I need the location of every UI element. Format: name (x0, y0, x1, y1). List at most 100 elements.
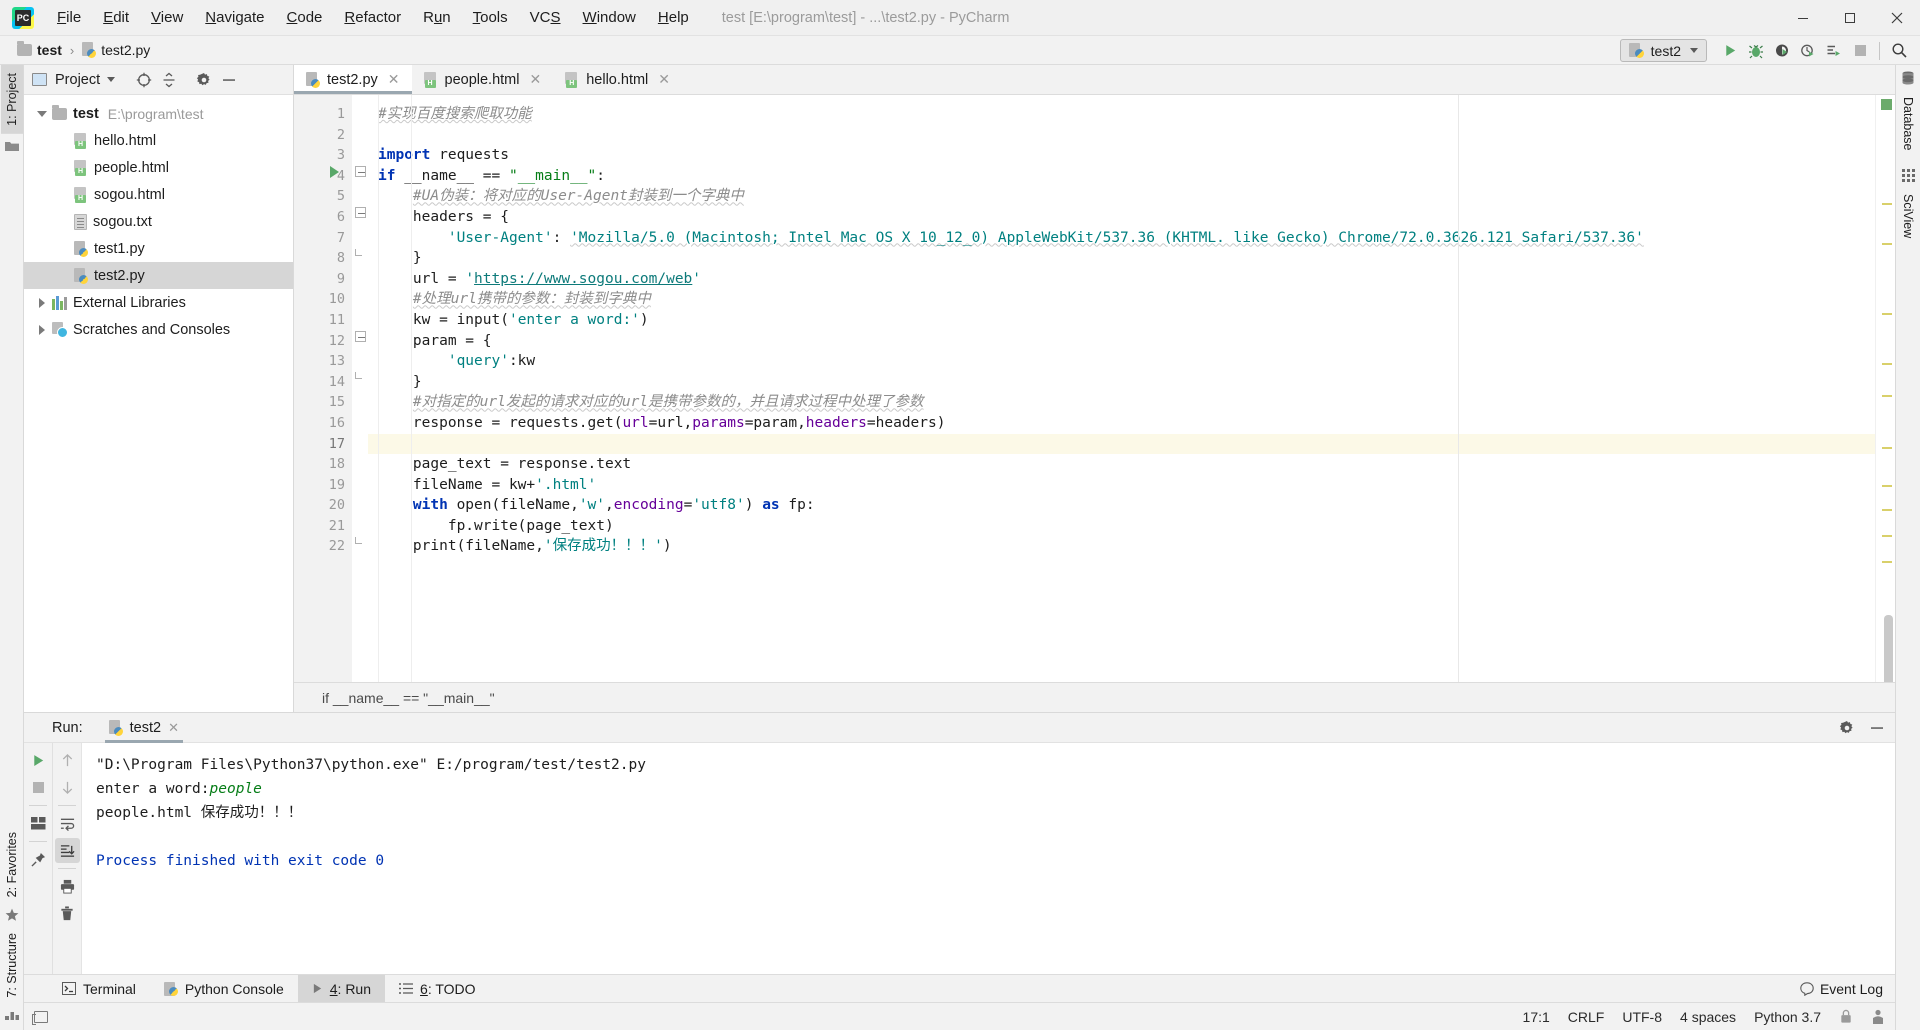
run-button[interactable] (1717, 38, 1743, 64)
collapse-all-button[interactable] (156, 67, 181, 92)
hide-panel-button[interactable] (216, 67, 241, 92)
breadcrumb-item-project[interactable]: test (14, 41, 65, 59)
line-number-gutter[interactable]: 1 2 3 4 5 6 7 8 9 10 11 12 13 14 15 16 1… (294, 95, 352, 682)
code-line-8[interactable]: } (368, 248, 1875, 269)
lock-icon[interactable] (1839, 1009, 1853, 1024)
tree-node-people-html[interactable]: people.html (24, 154, 293, 181)
close-icon[interactable]: ✕ (168, 720, 179, 736)
code-line-14[interactable]: } (368, 372, 1875, 393)
editor-breadcrumb[interactable]: if __name__ == "__main__" (294, 682, 1895, 712)
menu-code[interactable]: Code (276, 6, 334, 29)
breadcrumb-item-file[interactable]: test2.py (79, 41, 153, 59)
code-line-1[interactable]: #实现百度搜索爬取功能 (368, 104, 1875, 125)
code-line-13[interactable]: 'query':kw (368, 351, 1875, 372)
code-line-7[interactable]: 'User-Agent': 'Mozilla/5.0 (Macintosh; I… (368, 228, 1875, 249)
tree-node-scratches[interactable]: Scratches and Consoles (24, 316, 293, 343)
tree-node-sogou-html[interactable]: sogou.html (24, 181, 293, 208)
editor-tab-hello-html[interactable]: hello.html ✕ (553, 65, 682, 94)
settings-gear-button[interactable] (1839, 720, 1855, 736)
event-log-button[interactable]: Event Log (1800, 975, 1883, 1003)
code-line-6[interactable]: headers = { (368, 207, 1875, 228)
breadcrumb[interactable]: test › test2.py (14, 41, 153, 59)
chevron-down-icon[interactable] (107, 77, 116, 82)
code-line-19[interactable]: fileName = kw+'.html' (368, 475, 1875, 496)
down-stacktrace-button[interactable] (55, 775, 80, 800)
clear-all-button[interactable] (55, 901, 80, 926)
tree-node-test[interactable]: test E:\program\test (24, 100, 293, 127)
stop-button[interactable] (26, 775, 51, 800)
menu-view[interactable]: View (140, 6, 194, 29)
editor-scrollbar-thumb[interactable] (1884, 615, 1893, 682)
code-line-3[interactable]: import requests (368, 145, 1875, 166)
tool-button-run[interactable]: 4: Run (297, 975, 386, 1002)
tree-node-test1-py[interactable]: test1.py (24, 235, 293, 262)
menu-edit[interactable]: Edit (92, 6, 140, 29)
code-folding-gutter[interactable] (352, 95, 368, 682)
print-button[interactable] (55, 874, 80, 899)
profile-button[interactable] (1795, 38, 1821, 64)
fold-region-param[interactable] (355, 331, 366, 342)
menu-tools[interactable]: Tools (462, 6, 519, 29)
fold-region-if[interactable] (355, 166, 366, 177)
sidebar-item-favorites[interactable]: 2: Favorites (1, 824, 23, 905)
code-line-20[interactable]: with open(fileName,'w',encoding='utf8') … (368, 495, 1875, 516)
up-stacktrace-button[interactable] (55, 748, 80, 773)
minimize-button[interactable] (1779, 0, 1826, 36)
expand-arrow-icon[interactable] (32, 110, 52, 117)
code-line-11[interactable]: kw = input('enter a word:') (368, 310, 1875, 331)
close-icon[interactable]: ✕ (529, 71, 541, 88)
settings-gear-button[interactable] (191, 67, 216, 92)
run-with-coverage-button[interactable] (1769, 38, 1795, 64)
code-text[interactable]: #实现百度搜索爬取功能 import requests if __name__ … (368, 95, 1875, 682)
select-opened-file-button[interactable] (131, 67, 156, 92)
inspection-status-icon[interactable] (1881, 99, 1892, 110)
code-editor[interactable]: 1 2 3 4 5 6 7 8 9 10 11 12 13 14 15 16 1… (294, 95, 1895, 682)
tool-button-terminal[interactable]: Terminal (48, 975, 150, 1002)
editor-tab-test2-py[interactable]: test2.py ✕ (294, 65, 412, 94)
code-line-4[interactable]: if __name__ == "__main__": (368, 166, 1875, 187)
menu-help[interactable]: Help (647, 6, 700, 29)
expand-arrow-icon[interactable] (32, 324, 52, 335)
menu-navigate[interactable]: Navigate (194, 6, 275, 29)
menu-refactor[interactable]: Refactor (333, 6, 412, 29)
code-line-5[interactable]: #UA伪装：将对应的User-Agent封装到一个字典中 (368, 186, 1875, 207)
sidebar-item-structure[interactable]: 7: Structure (1, 925, 23, 1006)
code-line-15[interactable]: #对指定的url发起的请求对应的url是携带参数的，并且请求过程中处理了参数 (368, 392, 1875, 413)
run-configuration-selector[interactable]: test2 (1619, 39, 1707, 62)
project-tree[interactable]: test E:\program\test hello.html people.h… (24, 95, 293, 712)
attach-to-process-button[interactable] (1821, 38, 1847, 64)
layout-button[interactable] (26, 811, 51, 836)
tree-node-hello-html[interactable]: hello.html (24, 127, 293, 154)
sidebar-item-project[interactable]: 1: Project (0, 65, 23, 134)
soft-wrap-button[interactable] (55, 811, 80, 836)
menu-vcs[interactable]: VCS (519, 6, 572, 29)
code-line-22[interactable]: print(fileName,'保存成功！！！') (368, 536, 1875, 557)
tree-node-test2-py[interactable]: test2.py (24, 262, 293, 289)
scroll-to-end-button[interactable] (54, 838, 80, 863)
expand-arrow-icon[interactable] (32, 297, 52, 308)
code-line-16[interactable]: response = requests.get(url=url,params=p… (368, 413, 1875, 434)
menu-bar[interactable]: File Edit View Navigate Code Refactor Ru… (46, 6, 700, 29)
indent-setting[interactable]: 4 spaces (1680, 1009, 1736, 1025)
code-line-12[interactable]: param = { (368, 331, 1875, 352)
tool-button-todo[interactable]: 6: TODO (385, 975, 490, 1002)
error-stripe-scrollbar[interactable] (1875, 95, 1895, 682)
toggle-toolwindow-icon[interactable] (32, 1010, 48, 1025)
rerun-button[interactable] (26, 748, 51, 773)
menu-run[interactable]: Run (412, 6, 462, 29)
menu-file[interactable]: File (46, 6, 92, 29)
pin-tab-button[interactable] (26, 847, 51, 872)
hide-panel-button[interactable] (1869, 720, 1885, 736)
sidebar-item-sciview[interactable]: SciView (1897, 186, 1919, 246)
inspector-icon[interactable] (1871, 1009, 1885, 1025)
console-output[interactable]: "D:\Program Files\Python37\python.exe" E… (82, 743, 1895, 974)
python-interpreter[interactable]: Python 3.7 (1754, 1009, 1821, 1025)
run-gutter-icon[interactable] (330, 166, 339, 178)
stop-button[interactable] (1847, 38, 1873, 64)
menu-window[interactable]: Window (572, 6, 647, 29)
maximize-button[interactable] (1826, 0, 1873, 36)
fold-region-headers[interactable] (355, 207, 366, 218)
close-button[interactable] (1873, 0, 1920, 36)
code-line-2[interactable] (368, 125, 1875, 146)
code-line-21[interactable]: fp.write(page_text) (368, 516, 1875, 537)
